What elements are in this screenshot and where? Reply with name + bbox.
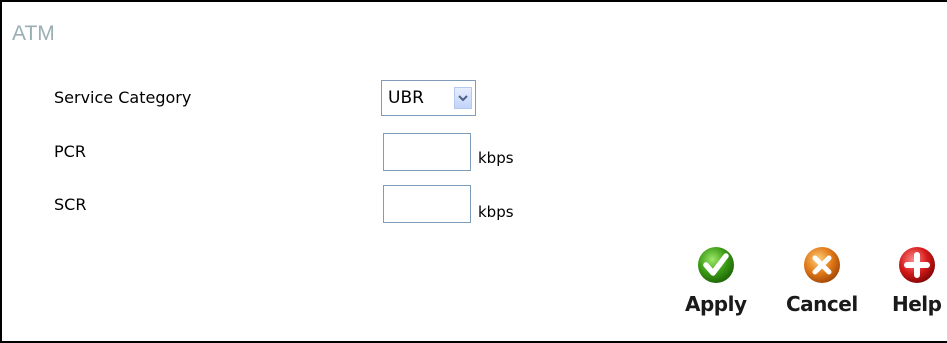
section-title: ATM [12,22,55,45]
service-category-label: Service Category [54,88,192,107]
pcr-label: PCR [54,142,86,161]
help-label: Help [892,292,942,316]
apply-button[interactable]: Apply [685,245,747,316]
cancel-button[interactable]: Cancel [786,245,858,316]
help-button[interactable]: Help [892,245,942,316]
atm-panel: ATM Service Category UBR PCR kbps SCR kb… [0,0,947,343]
scr-label: SCR [54,195,87,214]
pcr-input[interactable] [383,133,471,171]
plus-icon [898,247,935,283]
pcr-unit: kbps [478,149,514,167]
check-icon [697,247,734,283]
scr-unit: kbps [478,203,514,221]
service-category-select[interactable]: UBR [381,80,476,116]
x-icon [803,247,840,283]
service-category-value: UBR [388,88,424,108]
cancel-label: Cancel [786,292,858,316]
apply-label: Apply [685,292,747,316]
chevron-down-icon[interactable] [454,87,472,109]
scr-input[interactable] [383,185,471,223]
